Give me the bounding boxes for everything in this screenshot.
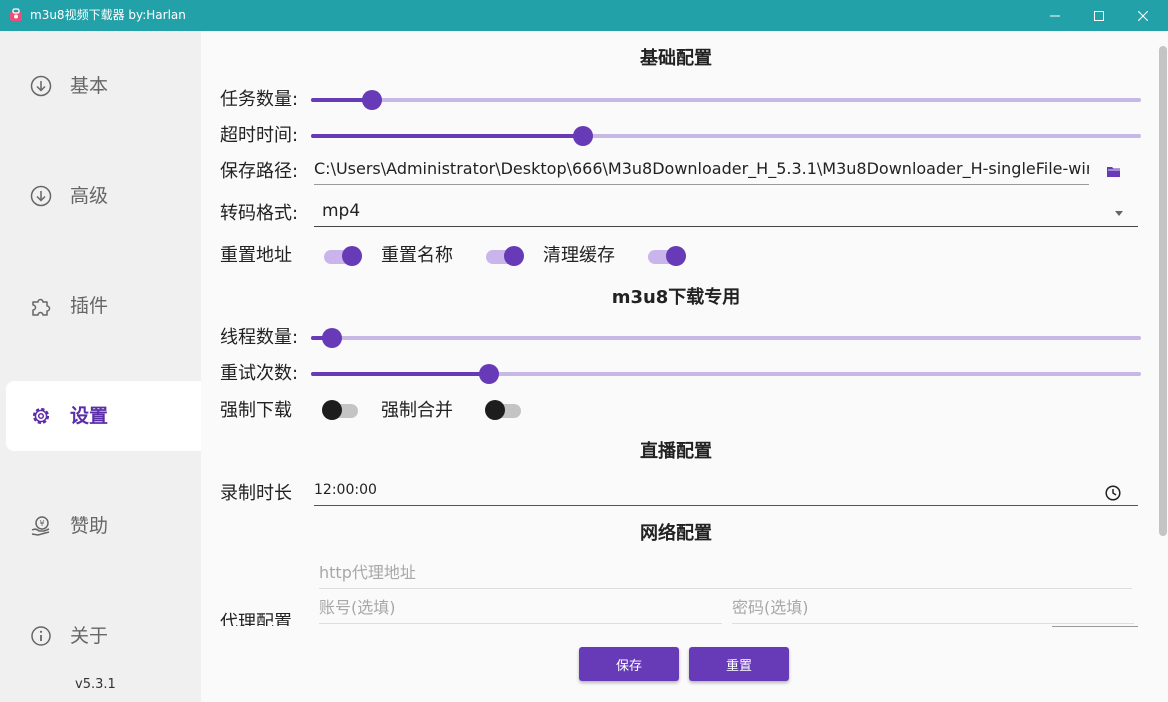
proxy-url-placeholder: http代理地址 xyxy=(319,563,416,582)
retry-slider[interactable] xyxy=(311,364,1141,384)
format-label: 转码格式: xyxy=(220,203,299,224)
info-icon xyxy=(31,626,51,646)
chevron-down-icon xyxy=(1115,211,1123,216)
slider-fill xyxy=(311,372,489,376)
slider-thumb[interactable] xyxy=(321,328,342,348)
section-title-live: 直播配置 xyxy=(640,441,712,462)
close-button[interactable] xyxy=(1120,0,1166,31)
svg-text:¥: ¥ xyxy=(39,519,44,528)
clear-cache-label: 清理缓存 xyxy=(543,245,615,266)
clock-icon[interactable] xyxy=(1105,485,1121,501)
sidebar-item-advanced[interactable]: 高级 xyxy=(6,161,201,231)
retry-label: 重试次数: xyxy=(220,363,299,384)
force-merge-label: 强制合并 xyxy=(381,400,453,421)
proxy-account-field[interactable]: 账号(选填) xyxy=(319,596,722,624)
toggle-knob xyxy=(322,400,342,420)
sidebar-item-about[interactable]: 关于 xyxy=(6,601,201,671)
puzzle-piece-icon xyxy=(32,298,51,316)
format-select[interactable]: mp4 xyxy=(314,199,1138,227)
sidebar-item-label: 插件 xyxy=(70,295,109,317)
sidebar: 基本 高级 插件 设置 ¥ 赞助 关于 v5.3.1 xyxy=(0,31,201,702)
settings-panel: 基础配置 任务数量: 超时时间: 保存路径: C:\Users\Administ… xyxy=(201,31,1168,702)
slider-thumb[interactable] xyxy=(361,90,382,110)
toggle-knob xyxy=(485,400,505,420)
timeout-label: 超时时间: xyxy=(220,125,299,146)
title-bar: m3u8视频下载器 by:Harlan xyxy=(0,0,1168,31)
force-merge-toggle[interactable] xyxy=(485,400,525,420)
sidebar-item-plugins[interactable]: 插件 xyxy=(6,271,201,341)
slider-thumb[interactable] xyxy=(478,364,499,384)
force-download-label: 强制下载 xyxy=(220,400,292,421)
sidebar-item-sponsor[interactable]: ¥ 赞助 xyxy=(6,491,201,561)
sidebar-item-label: 高级 xyxy=(70,185,109,207)
sidebar-item-label: 关于 xyxy=(70,625,109,647)
duration-value: 12:00:00 xyxy=(314,482,377,498)
toggle-knob xyxy=(342,246,362,266)
sidebar-item-label: 设置 xyxy=(70,405,109,427)
timeout-slider[interactable] xyxy=(311,126,1141,146)
window-title: m3u8视频下载器 by:Harlan xyxy=(30,8,186,22)
hand-coin-icon: ¥ xyxy=(31,516,50,536)
thread-count-label: 线程数量: xyxy=(220,327,299,348)
clear-cache-toggle[interactable] xyxy=(646,246,686,266)
format-value: mp4 xyxy=(322,201,361,221)
save-path-label: 保存路径: xyxy=(220,161,299,182)
duration-label: 录制时长 xyxy=(220,483,292,504)
proxy-account-placeholder: 账号(选填) xyxy=(319,598,396,617)
sidebar-item-basic[interactable]: 基本 xyxy=(6,51,201,121)
scrollbar[interactable] xyxy=(1159,46,1167,536)
field-divider xyxy=(1052,626,1138,627)
proxy-password-placeholder: 密码(选填) xyxy=(732,598,809,617)
toggle-knob xyxy=(666,246,686,266)
maximize-button[interactable] xyxy=(1076,0,1122,31)
maximize-icon xyxy=(1094,10,1104,21)
reset-name-toggle[interactable] xyxy=(484,246,524,266)
proxy-password-field[interactable]: 密码(选填) xyxy=(732,596,1134,624)
app-icon xyxy=(10,8,22,21)
reset-button[interactable]: 重置 xyxy=(689,647,789,681)
reset-url-toggle[interactable] xyxy=(322,246,362,266)
section-title-network: 网络配置 xyxy=(640,523,712,544)
minimize-icon xyxy=(1050,15,1060,16)
task-count-label: 任务数量: xyxy=(220,89,299,110)
duration-field[interactable]: 12:00:00 xyxy=(314,478,1138,506)
folder-icon[interactable] xyxy=(1107,166,1121,178)
sidebar-item-settings[interactable]: 设置 xyxy=(6,381,201,451)
reset-name-label: 重置名称 xyxy=(381,245,453,266)
sidebar-item-label: 基本 xyxy=(70,75,109,97)
slider-fill xyxy=(311,134,584,138)
proxy-label: 代理配置 xyxy=(220,612,292,626)
slider-rail xyxy=(311,98,1141,102)
download-circle-icon xyxy=(30,185,52,207)
proxy-url-field[interactable]: http代理地址 xyxy=(319,561,1132,589)
save-button[interactable]: 保存 xyxy=(579,647,679,681)
thread-count-slider[interactable] xyxy=(311,328,1141,348)
download-circle-icon xyxy=(30,75,52,97)
gear-icon xyxy=(32,407,50,425)
close-icon xyxy=(1138,10,1148,21)
version-label: v5.3.1 xyxy=(75,677,116,692)
task-count-slider[interactable] xyxy=(311,90,1141,110)
force-download-toggle[interactable] xyxy=(322,400,362,420)
minimize-button[interactable] xyxy=(1032,0,1078,31)
save-path-value: C:\Users\Administrator\Desktop\666\M3u8D… xyxy=(314,159,1089,178)
toggle-knob xyxy=(504,246,524,266)
section-title-basic: 基础配置 xyxy=(640,48,712,69)
reset-url-label: 重置地址 xyxy=(220,245,292,266)
slider-rail xyxy=(311,336,1141,340)
sidebar-item-label: 赞助 xyxy=(70,515,109,537)
slider-thumb[interactable] xyxy=(573,126,594,146)
section-title-m3u8: m3u8下载专用 xyxy=(611,287,741,308)
save-path-field[interactable]: C:\Users\Administrator\Desktop\666\M3u8D… xyxy=(314,157,1089,185)
